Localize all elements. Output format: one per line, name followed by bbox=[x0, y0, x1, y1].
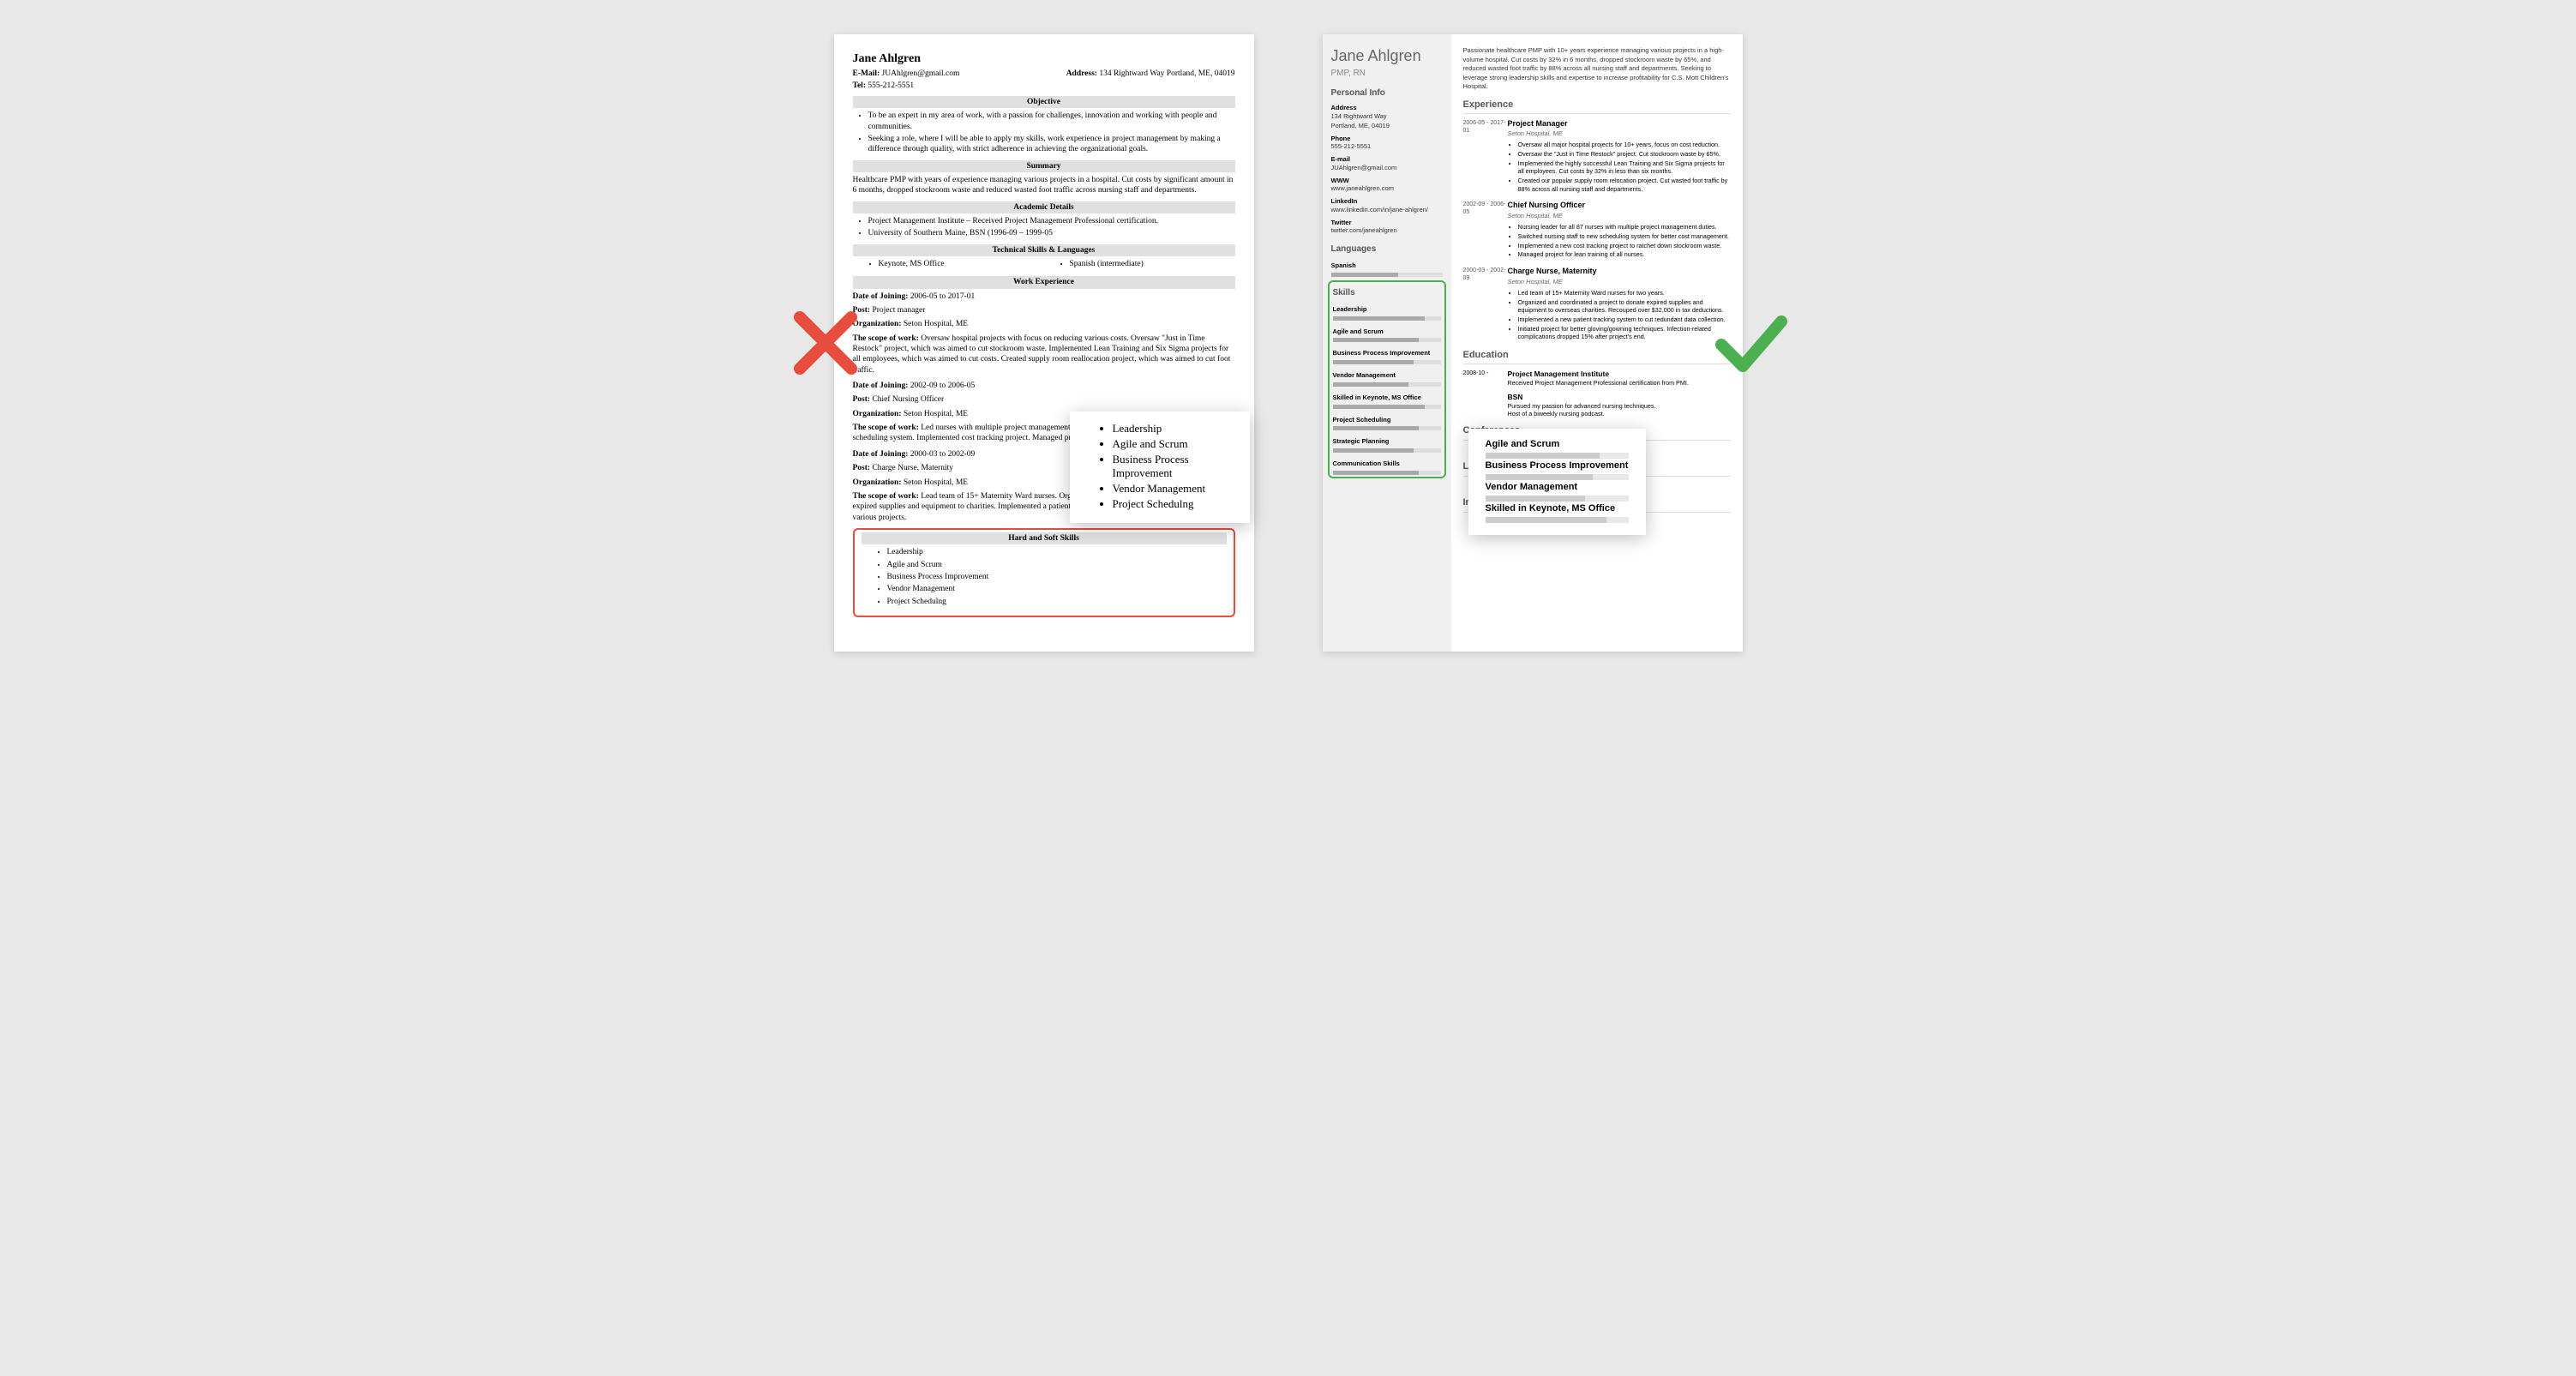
skill-item: Strategic Planning bbox=[1333, 437, 1441, 453]
wrong-summary-text: Healthcare PMP with years of experience … bbox=[853, 175, 1235, 196]
right-education-heading: Education bbox=[1463, 349, 1731, 364]
zoom-skill-item: Business Process Improvement bbox=[1486, 460, 1629, 480]
wrong-resume-container: Jane Ahlgren E-Mail: JUAhlgren@gmail.com… bbox=[834, 34, 1254, 652]
wrong-resume: Jane Ahlgren E-Mail: JUAhlgren@gmail.com… bbox=[834, 34, 1254, 652]
wrong-skills-heading: Hard and Soft Skills bbox=[862, 532, 1227, 544]
right-job-entry: 2006-05 - 2017-01Project ManagerSeton Ho… bbox=[1463, 119, 1731, 195]
zoom-skill-item: Vendor Management bbox=[1486, 482, 1629, 502]
language-bar bbox=[1331, 273, 1443, 277]
wrong-academic-list: Project Management Institute – Received … bbox=[868, 216, 1235, 239]
right-sidebar: Jane Ahlgren PMP, RN Personal Info Addre… bbox=[1323, 34, 1451, 652]
wrong-contact-email-row: E-Mail: JUAhlgren@gmail.com Address: 134… bbox=[853, 69, 1235, 79]
zoom-skill-item: Agile and Scrum bbox=[1486, 439, 1629, 459]
wrong-skills-highlight-box: Hard and Soft Skills LeadershipAgile and… bbox=[853, 528, 1235, 617]
wrong-objective-heading: Objective bbox=[853, 96, 1235, 108]
wrong-name: Jane Ahlgren bbox=[853, 51, 1235, 67]
right-credentials: PMP, RN bbox=[1331, 68, 1443, 79]
skill-item: Business Process Improvement bbox=[1333, 349, 1441, 364]
zoom-skill-item: Skilled in Keynote, MS Office bbox=[1486, 503, 1629, 523]
skill-item: Vendor Management bbox=[1333, 371, 1441, 387]
right-skills-heading: Skills bbox=[1333, 287, 1441, 298]
skill-item: Project Scheduling bbox=[1333, 416, 1441, 431]
right-skills-highlight-box: Skills Leadership Agile and Scrum Business… bbox=[1328, 280, 1446, 478]
right-resume-container: Jane Ahlgren PMP, RN Personal Info Addre… bbox=[1323, 34, 1743, 652]
wrong-work-heading: Work Experience bbox=[853, 276, 1235, 288]
right-main: Passionate healthcare PMP with 10+ years… bbox=[1451, 34, 1743, 652]
wrong-job-entry: Date of Joining: 2006-05 to 2017-01Post:… bbox=[853, 291, 1235, 376]
right-languages-heading: Languages bbox=[1331, 243, 1443, 255]
wrong-academic-heading: Academic Details bbox=[853, 201, 1235, 213]
right-experience-heading: Experience bbox=[1463, 99, 1731, 114]
wrong-summary-heading: Summary bbox=[853, 160, 1235, 172]
wrong-techskills: Keynote, MS Office Spanish (intermediate… bbox=[853, 259, 1235, 271]
right-edu-entry: 2008-10 -Project Management InstituteRec… bbox=[1463, 370, 1731, 387]
check-mark-icon bbox=[1708, 300, 1794, 386]
right-name: Jane Ahlgren bbox=[1331, 46, 1443, 66]
x-mark-icon bbox=[783, 300, 868, 386]
skill-item: Communication Skills bbox=[1333, 460, 1441, 475]
skill-item: Leadership bbox=[1333, 305, 1441, 321]
wrong-techskills-heading: Technical Skills & Languages bbox=[853, 244, 1235, 256]
right-job-entry: 2000-03 - 2002-09Charge Nurse, Maternity… bbox=[1463, 267, 1731, 342]
wrong-zoom-list: LeadershipAgile and ScrumBusiness Proces… bbox=[1113, 422, 1233, 511]
right-resume: Jane Ahlgren PMP, RN Personal Info Addre… bbox=[1323, 34, 1743, 652]
right-personal-heading: Personal Info bbox=[1331, 87, 1443, 99]
wrong-zoom-callout: LeadershipAgile and ScrumBusiness Proces… bbox=[1070, 412, 1250, 523]
right-zoom-callout: Agile and ScrumBusiness Process Improvem… bbox=[1468, 429, 1646, 535]
skill-item: Agile and Scrum bbox=[1333, 327, 1441, 343]
right-edu-entry: BSNPursued my passion for advanced nursi… bbox=[1463, 393, 1731, 418]
skill-item: Skilled in Keynote, MS Office bbox=[1333, 394, 1441, 409]
wrong-contact-tel: Tel: 555-212-5551 bbox=[853, 81, 1235, 91]
wrong-objective-list: To be an expert in my area of work, with… bbox=[868, 111, 1235, 154]
wrong-skills-list: LeadershipAgile and ScrumBusiness Proces… bbox=[887, 547, 1227, 607]
right-job-entry: 2002-09 - 2006-05Chief Nursing OfficerSe… bbox=[1463, 201, 1731, 260]
right-summary: Passionate healthcare PMP with 10+ years… bbox=[1463, 46, 1731, 92]
